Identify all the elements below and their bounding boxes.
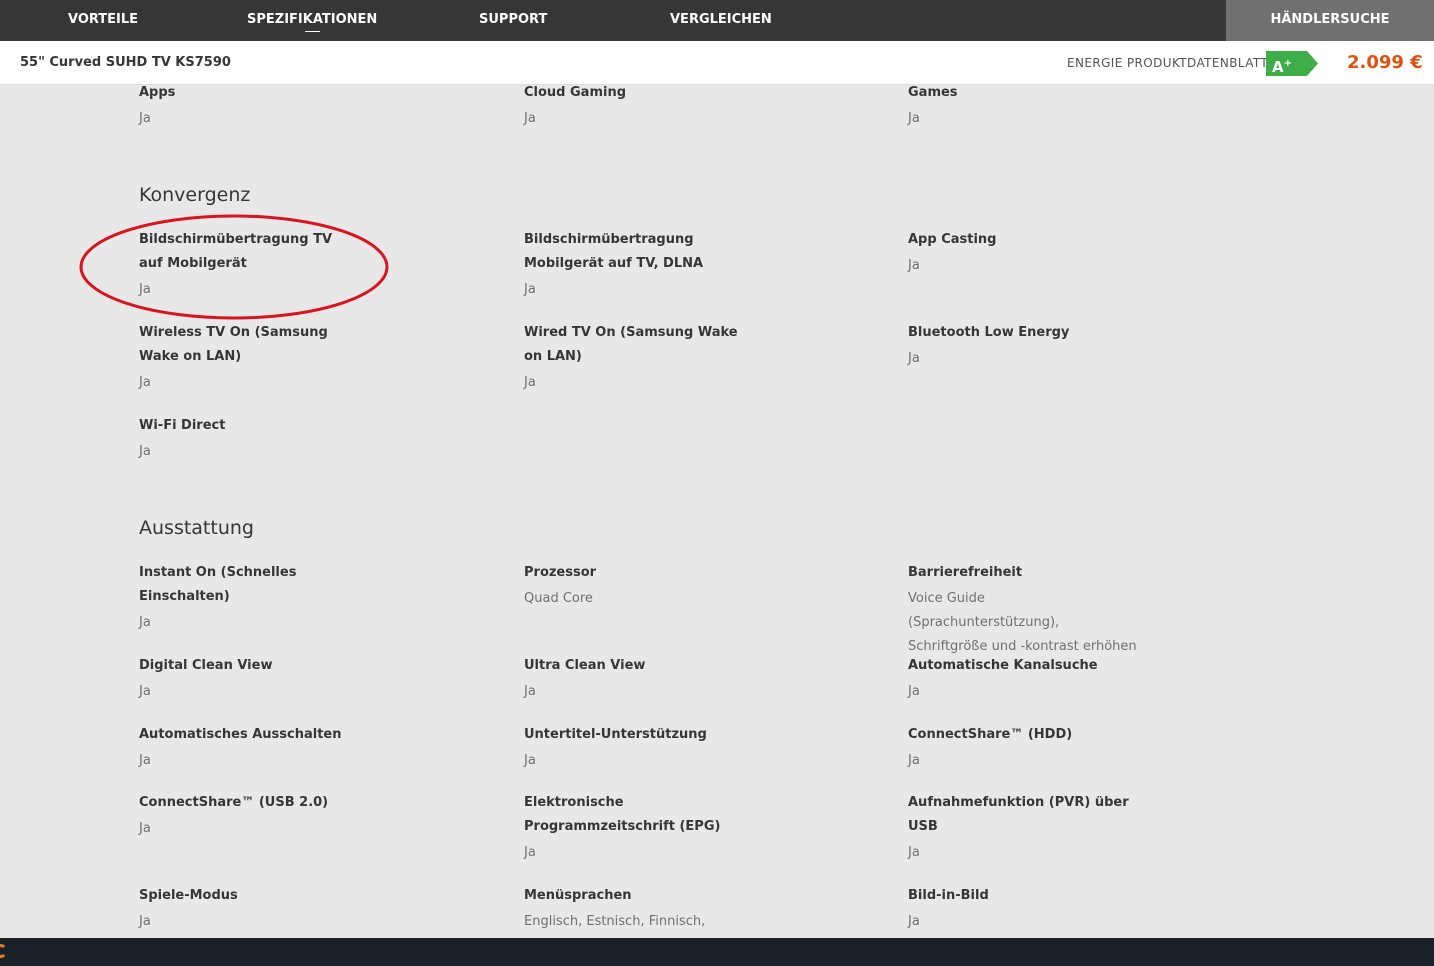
active-tab-indicator <box>305 31 321 32</box>
spec-value: Ja <box>524 375 536 390</box>
energy-class-label: A+ <box>1272 58 1292 76</box>
spec-label: Prozessor <box>524 565 597 580</box>
spec-value: Ja <box>139 753 151 768</box>
spec-value: Ja <box>139 615 151 630</box>
spec-value: Ja <box>908 914 920 929</box>
spec-barrierefreiheit: Barrierefreiheit Voice Guide (Sprachunte… <box>908 561 1138 659</box>
spec-value: Ja <box>908 351 920 366</box>
spec-automatische-kanalsuche: Automatische Kanalsuche Ja <box>908 654 1158 704</box>
spec-label: ConnectShare™ (HDD) <box>908 727 1073 742</box>
spec-epg: Elektronische Programmzeitschrift (EPG) … <box>524 791 759 865</box>
chat-support-icon[interactable] <box>0 944 7 958</box>
dealer-search-button[interactable]: HÄNDLERSUCHE <box>1226 0 1434 41</box>
nav-spezifikationen-label: SPEZIFIKATIONEN <box>247 12 378 27</box>
bottom-bar <box>0 938 1434 966</box>
product-price: 2.099 € <box>1347 52 1423 73</box>
spec-value: Ja <box>908 111 920 126</box>
spec-instant-on: Instant On (Schnelles Einschalten) Ja <box>139 561 389 635</box>
spec-untertitel-unterstuetzung: Untertitel-Unterstützung Ja <box>524 723 774 773</box>
spec-spiele-modus: Spiele-Modus Ja <box>139 884 389 934</box>
spec-value: Ja <box>139 821 151 836</box>
spec-prozessor: Prozessor Quad Core <box>524 561 774 611</box>
nav-spezifikationen[interactable]: SPEZIFIKATIONEN <box>247 0 377 41</box>
energy-class-badge[interactable]: A+ <box>1266 51 1318 76</box>
spec-pvr-usb: Aufnahmefunktion (PVR) über USB Ja <box>908 791 1158 865</box>
nav-support[interactable]: SUPPORT <box>479 0 547 41</box>
spec-label: Elektronische Programmzeitschrift (EPG) <box>524 795 721 834</box>
spec-screen-mirroring-mobile-to-tv: Bildschirmübertragung Mobilgerät auf TV,… <box>524 228 759 302</box>
spec-label: Wired TV On (Samsung Wake on LAN) <box>524 325 738 364</box>
spec-label: Instant On (Schnelles Einschalten) <box>139 565 297 604</box>
spec-value: Ja <box>139 444 151 459</box>
spec-value: Ja <box>524 282 536 297</box>
product-bar: 55" Curved SUHD TV KS7590 ENERGIE PRODUK… <box>0 41 1434 85</box>
spec-bild-in-bild: Bild-in-Bild Ja <box>908 884 1158 934</box>
spec-wired-tv-on: Wired TV On (Samsung Wake on LAN) Ja <box>524 321 739 395</box>
spec-value: Ja <box>908 753 920 768</box>
section-title-konvergenz: Konvergenz <box>139 184 251 206</box>
spec-label: Wireless TV On (Samsung Wake on LAN) <box>139 325 328 364</box>
spec-label: Games <box>908 85 958 100</box>
spec-cloud-gaming: Cloud Gaming Ja <box>524 81 774 131</box>
spec-apps: Apps Ja <box>139 81 389 131</box>
spec-value: Ja <box>139 684 151 699</box>
spec-label: Bluetooth Low Energy <box>908 325 1070 340</box>
spec-screen-mirroring-tv-to-mobile: Bildschirmübertragung TV auf Mobilgerät … <box>139 228 354 302</box>
spec-ultra-clean-view: Ultra Clean View Ja <box>524 654 774 704</box>
spec-value: Ja <box>524 684 536 699</box>
spec-label: Bild-in-Bild <box>908 888 989 903</box>
spec-label: Bildschirmübertragung TV auf Mobilgerät <box>139 232 333 271</box>
spec-bluetooth-low-energy: Bluetooth Low Energy Ja <box>908 321 1158 371</box>
spec-value: Ja <box>139 914 151 929</box>
spec-label: App Casting <box>908 232 997 247</box>
spec-connectshare-hdd: ConnectShare™ (HDD) Ja <box>908 723 1158 773</box>
spec-label: Spiele-Modus <box>139 888 238 903</box>
spec-digital-clean-view: Digital Clean View Ja <box>139 654 389 704</box>
spec-label: Menüsprachen <box>524 888 632 903</box>
nav-vorteile[interactable]: VORTEILE <box>68 0 138 41</box>
spec-menuesprachen: Menüsprachen Englisch, Estnisch, Finnisc… <box>524 884 774 934</box>
spec-label: Digital Clean View <box>139 658 273 673</box>
spec-label: Barrierefreiheit <box>908 565 1023 580</box>
spec-value: Quad Core <box>524 591 593 606</box>
spec-label: Wi-Fi Direct <box>139 418 226 433</box>
spec-value: Ja <box>139 282 151 297</box>
spec-label: Ultra Clean View <box>524 658 646 673</box>
spec-label: Bildschirmübertragung Mobilgerät auf TV,… <box>524 232 704 271</box>
spec-app-casting: App Casting Ja <box>908 228 1158 278</box>
spec-value: Ja <box>908 845 920 860</box>
spec-value: Ja <box>524 111 536 126</box>
spec-label: Automatisches Ausschalten <box>139 727 342 742</box>
spec-value: Englisch, Estnisch, Finnisch, <box>524 914 706 929</box>
energy-datasheet-link[interactable]: ENERGIE PRODUKTDATENBLATT <box>1067 41 1268 86</box>
product-name: 55" Curved SUHD TV KS7590 <box>20 55 231 70</box>
spec-label: Untertitel-Unterstützung <box>524 727 707 742</box>
spec-value: Ja <box>139 375 151 390</box>
spec-label: Aufnahmefunktion (PVR) über USB <box>908 795 1129 834</box>
spec-value: Ja <box>908 684 920 699</box>
spec-value: Ja <box>139 111 151 126</box>
top-navigation: VORTEILE SPEZIFIKATIONEN SUPPORT VERGLEI… <box>0 0 1434 41</box>
spec-games: Games Ja <box>908 81 1158 131</box>
spec-label: Automatische Kanalsuche <box>908 658 1098 673</box>
spec-label: Cloud Gaming <box>524 85 627 100</box>
spec-value: Ja <box>524 753 536 768</box>
spec-label: ConnectShare™ (USB 2.0) <box>139 795 329 810</box>
spec-connectshare-usb: ConnectShare™ (USB 2.0) Ja <box>139 791 389 841</box>
nav-vergleichen[interactable]: VERGLEICHEN <box>670 0 772 41</box>
section-title-ausstattung: Ausstattung <box>139 517 254 539</box>
spec-wireless-tv-on: Wireless TV On (Samsung Wake on LAN) Ja <box>139 321 371 395</box>
spec-value: Voice Guide (Sprachunterstützung), Schri… <box>908 591 1137 654</box>
spec-label: Apps <box>139 85 176 100</box>
spec-wifi-direct: Wi-Fi Direct Ja <box>139 414 389 464</box>
spec-value: Ja <box>524 845 536 860</box>
spec-value: Ja <box>908 258 920 273</box>
spec-automatisches-ausschalten: Automatisches Ausschalten Ja <box>139 723 389 773</box>
